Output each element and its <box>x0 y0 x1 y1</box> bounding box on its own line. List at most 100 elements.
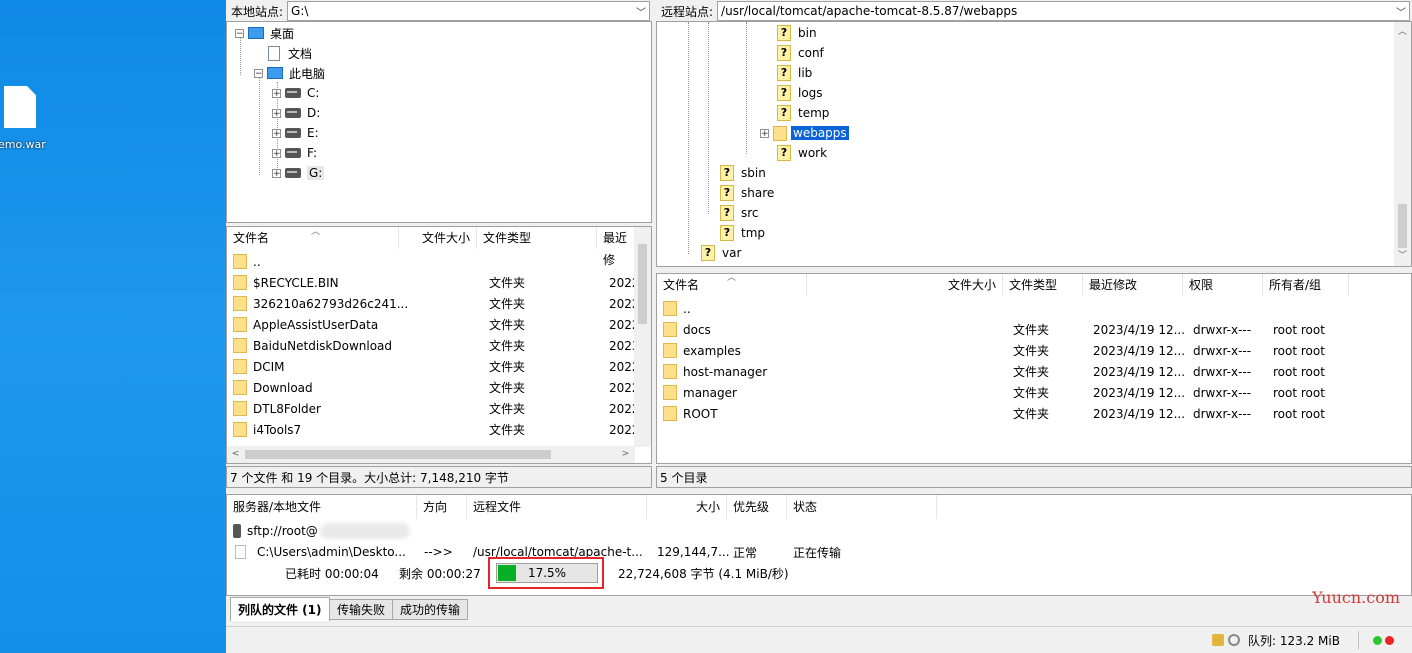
table-row[interactable]: manager 文件夹 2023/4/19 12... drwxr-x--- root … <box>657 382 1397 403</box>
table-row[interactable]: Download 文件夹 2022, <box>227 377 643 398</box>
tab-failed-transfers[interactable]: 传输失败 <box>329 599 394 620</box>
tab-successful-transfers[interactable]: 成功的传输 <box>392 599 469 620</box>
remote-file-list[interactable]: 文件名 文件大小 文件类型 最近修改 权限 所有者/组 ︿ .. docs 文件夹 2… <box>656 273 1412 464</box>
scroll-thumb[interactable] <box>638 244 647 324</box>
remote-tree-item[interactable]: ? logs <box>777 83 823 103</box>
expand-icon[interactable]: + <box>760 128 769 138</box>
scroll-right-icon[interactable]: > <box>617 446 634 463</box>
tree-item-drive-d[interactable]: + D: <box>272 103 320 123</box>
scroll-down-icon[interactable]: ﹀ <box>1394 248 1411 265</box>
col-modified[interactable]: 最近修改 <box>1083 274 1183 296</box>
local-site-combo[interactable]: G:\ ﹀ <box>287 1 650 21</box>
remote-tree-item[interactable]: ? tmp <box>720 223 765 243</box>
col-modified[interactable]: 最近修 <box>597 227 635 267</box>
desktop-file-label: emo.war <box>0 138 46 151</box>
table-row[interactable]: examples 文件夹 2023/4/19 12... drwxr-x--- root… <box>657 340 1397 361</box>
col-size[interactable]: 大小 <box>647 495 727 519</box>
file-icon <box>235 545 246 559</box>
remote-tree-item[interactable]: ? var <box>701 243 741 263</box>
tree-item-documents[interactable]: 文档 <box>268 43 312 63</box>
local-status: 7 个文件 和 19 个目录。大小总计: 7,148,210 字节 <box>226 466 652 488</box>
col-remote-file[interactable]: 远程文件 <box>467 495 647 519</box>
table-row[interactable]: DTL8Folder 文件夹 2022, <box>227 398 643 419</box>
remaining-time: 剩余 00:00:27 <box>399 567 481 581</box>
chevron-down-icon[interactable]: ﹀ <box>633 4 649 19</box>
collapse-icon[interactable]: − <box>254 68 263 78</box>
remote-tree-item[interactable]: ? lib <box>777 63 812 83</box>
queue-server-row[interactable]: sftp://root@ <box>233 523 410 539</box>
remote-tree-item[interactable]: ? bin <box>777 23 817 43</box>
collapse-icon[interactable]: − <box>235 28 244 38</box>
expand-icon[interactable]: + <box>272 108 281 118</box>
remote-tree-item[interactable]: ? work <box>777 143 827 163</box>
table-row[interactable]: DCIM 文件夹 2022, <box>227 356 643 377</box>
remote-tree-item[interactable]: ? conf <box>777 43 824 63</box>
remote-tree-item[interactable]: + webapps <box>760 123 849 143</box>
col-filetype[interactable]: 文件类型 <box>1003 274 1083 296</box>
tab-queued-files[interactable]: 列队的文件 (1) <box>230 597 330 621</box>
table-row[interactable]: $RECYCLE.BIN 文件夹 2022, <box>227 272 643 293</box>
col-permissions[interactable]: 权限 <box>1183 274 1263 296</box>
tree-item-desktop[interactable]: − 桌面 <box>235 23 294 43</box>
file-type: 文件夹 <box>489 402 526 416</box>
col-server-local-file[interactable]: 服务器/本地文件 <box>227 495 417 519</box>
table-row[interactable]: BaiduNetdiskDownload 文件夹 2023, <box>227 335 643 356</box>
col-priority[interactable]: 优先级 <box>727 495 787 519</box>
remote-site-combo[interactable]: /usr/local/tomcat/apache-tomcat-8.5.87/w… <box>717 1 1410 21</box>
expand-icon[interactable]: + <box>272 88 281 98</box>
monitor-icon <box>248 27 264 39</box>
col-direction[interactable]: 方向 <box>417 495 467 519</box>
tree-item-label: 文档 <box>288 46 313 61</box>
transfer-queue[interactable]: 服务器/本地文件 方向 远程文件 大小 优先级 状态 sftp://root@ … <box>226 494 1412 596</box>
col-filetype[interactable]: 文件类型 <box>477 227 597 249</box>
file-date: 2023/4/19 12... <box>1093 364 1186 379</box>
folder-icon <box>663 406 677 421</box>
scroll-up-icon[interactable]: ︿ <box>1394 24 1411 41</box>
queue-transfer-row[interactable]: C:\Users\admin\Deskto... -->> /usr/local… <box>227 542 1411 562</box>
tree-item-this-pc[interactable]: − 此电脑 <box>254 63 325 83</box>
local-list-scrollbar-h[interactable]: < > <box>227 446 635 463</box>
queue-header: 服务器/本地文件 方向 远程文件 大小 优先级 状态 <box>227 495 1411 519</box>
table-row[interactable]: ROOT 文件夹 2023/4/19 12... drwxr-x--- root roo… <box>657 403 1397 424</box>
table-row[interactable]: .. <box>657 298 1397 319</box>
scroll-left-icon[interactable]: < <box>227 446 244 463</box>
col-owner[interactable]: 所有者/组 <box>1263 274 1349 296</box>
tree-item-drive-e[interactable]: + E: <box>272 123 319 143</box>
tree-item-label: logs <box>798 86 823 100</box>
expand-icon[interactable]: + <box>272 168 281 178</box>
speed-limit-icon[interactable] <box>1228 634 1240 646</box>
unknown-folder-icon: ? <box>720 205 734 221</box>
col-status[interactable]: 状态 <box>787 495 937 519</box>
table-row[interactable]: 326210a62793d26c241... 文件夹 2022, <box>227 293 643 314</box>
remote-tree-item[interactable]: ? temp <box>777 103 829 123</box>
progress-highlight-box <box>488 557 604 589</box>
remote-tree-item[interactable]: ? sbin <box>720 163 766 183</box>
expand-icon[interactable]: + <box>272 148 281 158</box>
folder-icon <box>663 343 677 358</box>
remote-tree-item[interactable]: ? src <box>720 203 759 223</box>
local-tree[interactable]: − 桌面 文档 − 此电脑 + C: + D: + E: + F: + G: <box>226 21 652 223</box>
remote-tree[interactable]: ? bin? conf? lib? logs? temp + webapps? work? sbi… <box>656 21 1412 267</box>
remote-tree-item[interactable]: ? share <box>720 183 774 203</box>
table-row[interactable]: i4Tools7 文件夹 2022, <box>227 419 643 440</box>
drive-icon <box>285 108 301 118</box>
scroll-thumb[interactable] <box>245 450 551 459</box>
local-list-scrollbar-v[interactable] <box>634 227 651 447</box>
scroll-thumb[interactable] <box>1398 204 1407 248</box>
remote-tree-scrollbar[interactable]: ︿ ﹀ <box>1394 22 1411 266</box>
col-filesize[interactable]: 文件大小 <box>399 227 477 249</box>
local-file-list[interactable]: 文件名 文件大小 文件类型 最近修 ︿ .. $RECYCLE.BIN 文件夹 202… <box>226 226 652 464</box>
tree-item-drive-c[interactable]: + C: <box>272 83 319 103</box>
tree-item-drive-f[interactable]: + F: <box>272 143 317 163</box>
table-row[interactable]: AppleAssistUserData 文件夹 2022, <box>227 314 643 335</box>
expand-icon[interactable]: + <box>272 128 281 138</box>
table-row[interactable]: .. <box>227 251 643 272</box>
sort-up-icon: ︿ <box>311 227 321 237</box>
local-site-label: 本地站点: <box>231 4 284 19</box>
table-row[interactable]: docs 文件夹 2023/4/19 12... drwxr-x--- root roo… <box>657 319 1397 340</box>
tree-item-drive-g[interactable]: + G: <box>272 163 325 183</box>
col-filesize[interactable]: 文件大小 <box>807 274 1003 296</box>
chevron-down-icon[interactable]: ﹀ <box>1393 4 1409 19</box>
file-date: 2023/4/19 12... <box>1093 385 1186 400</box>
table-row[interactable]: host-manager 文件夹 2023/4/19 12... drwxr-x---… <box>657 361 1397 382</box>
